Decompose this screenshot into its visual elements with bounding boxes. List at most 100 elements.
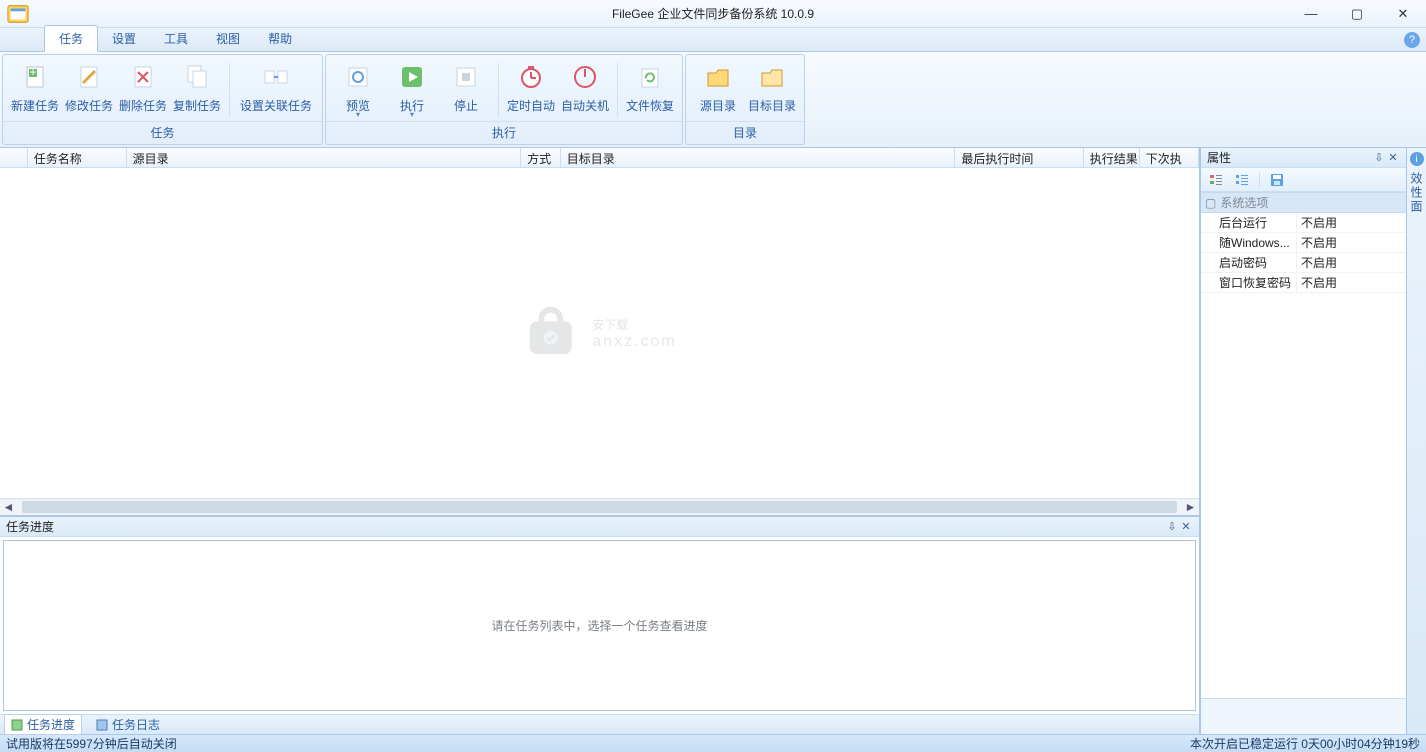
property-key: 随Windows... [1201, 233, 1297, 252]
property-value[interactable]: 不启用 [1297, 273, 1406, 292]
horizontal-scrollbar[interactable]: ◄ ► [0, 498, 1199, 515]
power-icon [569, 61, 601, 93]
grid-body[interactable]: 安下载 anxz.com [0, 168, 1199, 498]
ribbon: +新建任务修改任务删除任务复制任务设置关联任务任务预览▾执行▾停止定时自动自动关… [0, 52, 1426, 148]
ribbon-separator [229, 63, 230, 117]
ribbon-group-label: 执行 [326, 121, 682, 144]
grid-column-header[interactable]: 方式 [521, 148, 561, 167]
progress-panel: 任务进度 ⇩ ✕ 请在任务列表中，选择一个任务查看进度 任务进度 任务日志 [0, 516, 1199, 734]
window-title: FileGee 企业文件同步备份系统 10.0.9 [0, 5, 1426, 22]
grid-column-header[interactable]: 目标目录 [561, 148, 956, 167]
bottom-tabs: 任务进度 任务日志 [0, 714, 1199, 734]
properties-title: 属性 [1207, 149, 1231, 166]
menu-tab-view[interactable]: 视图 [202, 26, 254, 51]
ribbon-delete-task-button[interactable]: 删除任务 [117, 59, 169, 121]
run-icon [396, 61, 428, 93]
ribbon-new-task-button[interactable]: + 新建任务 [9, 59, 61, 121]
status-left: 试用版将在5997分钟后自动关闭 [6, 735, 177, 752]
menu-tab-settings[interactable]: 设置 [98, 26, 150, 51]
properties-panel: 属性 ⇩ ✕ ▢ 系统选项 后台运行不启用随Windows...不启用启动密码不… [1200, 148, 1406, 734]
ribbon-stop-button[interactable]: 停止 [440, 59, 492, 121]
scroll-right-icon[interactable]: ► [1182, 499, 1199, 515]
menu-tab-help[interactable]: 帮助 [254, 26, 306, 51]
ribbon-preview-button[interactable]: 预览▾ [332, 59, 384, 121]
dropdown-icon[interactable]: ▾ [332, 110, 384, 119]
ribbon-group: 源目录目标目录目录 [685, 54, 805, 145]
props-close-icon[interactable]: ✕ [1386, 151, 1400, 164]
ribbon-button-label: 源目录 [700, 97, 736, 114]
ribbon-power-button[interactable]: 自动关机 [559, 59, 611, 121]
maximize-button[interactable]: ▢ [1334, 0, 1380, 27]
menu-tab-task[interactable]: 任务 [44, 25, 98, 52]
ribbon-restore-button[interactable]: 文件恢复 [624, 59, 676, 121]
title-bar: FileGee 企业文件同步备份系统 10.0.9 — ▢ ✕ [0, 0, 1426, 28]
grid-column-header[interactable]: 源目录 [127, 148, 522, 167]
alphabetical-icon[interactable] [1233, 171, 1251, 189]
watermark: 安下载 anxz.com [522, 305, 676, 361]
restore-icon [634, 61, 666, 93]
grid-column-header[interactable]: 下次执 [1140, 148, 1199, 167]
ribbon-group-label: 目录 [686, 121, 804, 144]
ribbon-button-label: 新建任务 [11, 97, 59, 114]
task-grid: 任务名称源目录方式目标目录最后执行时间执行结果下次执 安下载 anxz.com … [0, 148, 1199, 516]
progress-body: 请在任务列表中，选择一个任务查看进度 [3, 540, 1196, 711]
ribbon-run-button[interactable]: 执行▾ [386, 59, 438, 121]
help-icon[interactable]: ? [1404, 32, 1420, 48]
ribbon-button-label: 删除任务 [119, 97, 167, 114]
new-task-icon: + [19, 61, 51, 93]
ribbon-link-task-button[interactable]: 设置关联任务 [236, 59, 316, 121]
ribbon-button-label: 复制任务 [173, 97, 221, 114]
dropdown-icon[interactable]: ▾ [386, 110, 438, 119]
close-panel-icon[interactable]: ✕ [1179, 520, 1193, 533]
ribbon-button-label: 修改任务 [65, 97, 113, 114]
progress-placeholder: 请在任务列表中，选择一个任务查看进度 [491, 617, 707, 634]
categorized-icon[interactable] [1207, 171, 1225, 189]
grid-column-header[interactable]: 任务名称 [28, 148, 127, 167]
progress-panel-title: 任务进度 [6, 518, 54, 535]
svg-text:+: + [29, 65, 36, 79]
pin-icon[interactable]: ⇩ [1165, 520, 1179, 533]
link-task-icon [260, 61, 292, 93]
ribbon-button-label: 文件恢复 [626, 97, 674, 114]
close-button[interactable]: ✕ [1380, 0, 1426, 27]
timer-icon [515, 61, 547, 93]
grid-row-header [0, 148, 28, 167]
folder-src-icon [702, 61, 734, 93]
ribbon-button-label: 目标目录 [748, 97, 796, 114]
props-pin-icon[interactable]: ⇩ [1372, 151, 1386, 164]
minimize-button[interactable]: — [1288, 0, 1334, 27]
property-row[interactable]: 随Windows...不启用 [1201, 233, 1406, 253]
property-value[interactable]: 不启用 [1297, 253, 1406, 272]
collapse-icon[interactable]: ▢ [1205, 196, 1216, 210]
scroll-thumb[interactable] [22, 501, 1177, 513]
menu-tab-tools[interactable]: 工具 [150, 26, 202, 51]
property-key: 启动密码 [1201, 253, 1297, 272]
ribbon-folder-src-button[interactable]: 源目录 [692, 59, 744, 121]
props-section[interactable]: ▢ 系统选项 [1201, 192, 1406, 213]
ribbon-edit-task-button[interactable]: 修改任务 [63, 59, 115, 121]
copy-task-icon [181, 61, 213, 93]
scroll-left-icon[interactable]: ◄ [0, 499, 17, 515]
tab-task-log[interactable]: 任务日志 [90, 715, 166, 734]
property-value[interactable]: 不启用 [1297, 213, 1406, 232]
property-row[interactable]: 启动密码不启用 [1201, 253, 1406, 273]
ribbon-group-label: 任务 [3, 121, 322, 144]
properties-grid[interactable]: ▢ 系统选项 后台运行不启用随Windows...不启用启动密码不启用窗口恢复密… [1201, 192, 1406, 698]
save-props-icon[interactable] [1268, 171, 1286, 189]
property-value[interactable]: 不启用 [1297, 233, 1406, 252]
ribbon-folder-dst-button[interactable]: 目标目录 [746, 59, 798, 121]
ribbon-button-label: 定时自动 [507, 97, 555, 114]
ribbon-copy-task-button[interactable]: 复制任务 [171, 59, 223, 121]
grid-column-header[interactable]: 最后执行时间 [955, 148, 1083, 167]
app-icon [0, 0, 36, 28]
property-row[interactable]: 后台运行不启用 [1201, 213, 1406, 233]
ribbon-group: 预览▾执行▾停止定时自动自动关机文件恢复执行 [325, 54, 683, 145]
ribbon-separator [498, 63, 499, 117]
stop-icon [450, 61, 482, 93]
grid-column-header[interactable]: 执行结果 [1084, 148, 1140, 167]
docked-vertical-tab[interactable]: i 效性面 [1406, 148, 1426, 734]
tab-task-progress[interactable]: 任务进度 [4, 714, 82, 735]
ribbon-timer-button[interactable]: 定时自动 [505, 59, 557, 121]
ribbon-button-label: 自动关机 [561, 97, 609, 114]
property-row[interactable]: 窗口恢复密码不启用 [1201, 273, 1406, 293]
